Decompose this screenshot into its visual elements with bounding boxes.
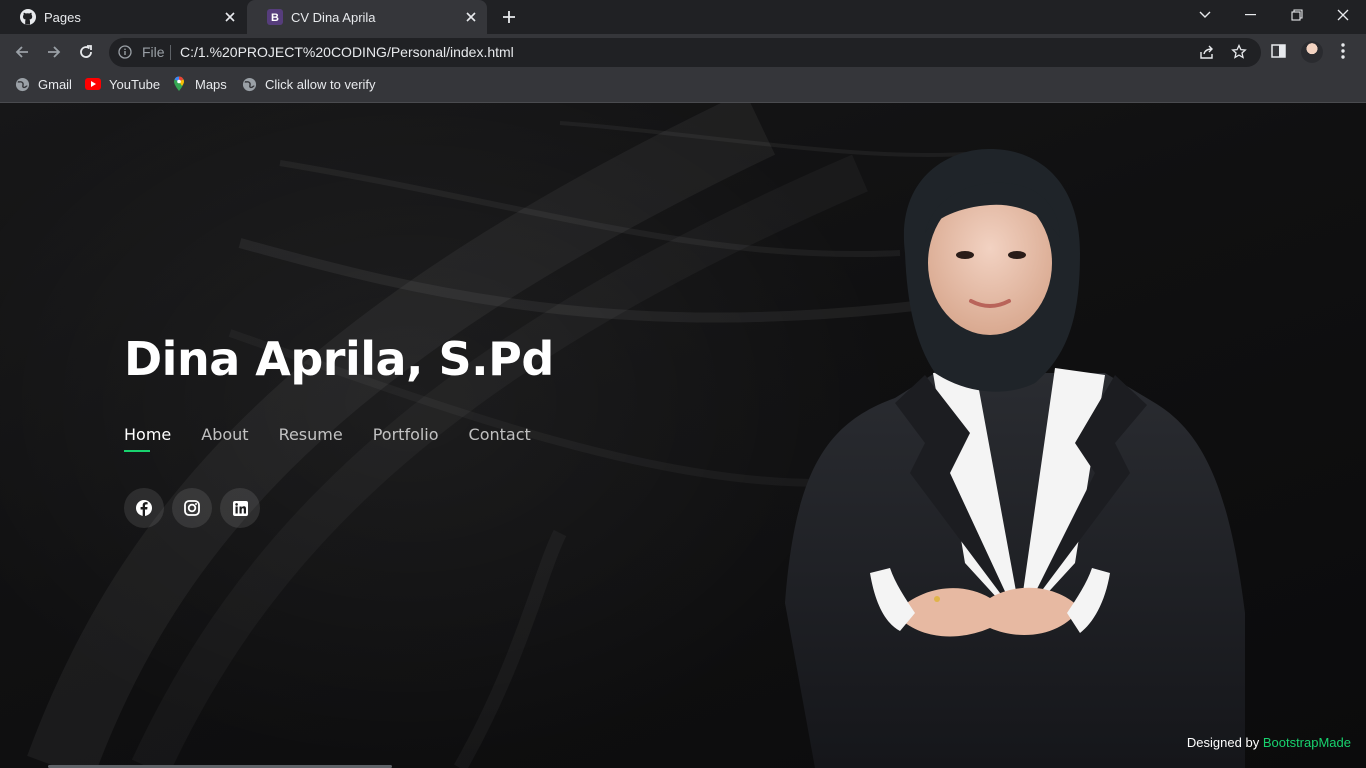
scheme-label: File (142, 44, 165, 60)
credits-prefix: Designed by (1186, 735, 1260, 750)
tab-title: CV Dina Aprila (291, 9, 376, 25)
bookmark-maps[interactable]: Maps (171, 70, 227, 98)
plus-icon (503, 11, 515, 23)
tab-cv-dina-aprila[interactable]: B CV Dina Aprila (247, 0, 487, 34)
page-viewport: Dina Aprila, S.Pd Home About Resume Port… (0, 103, 1366, 768)
profile-portrait-image (785, 148, 1245, 768)
back-button[interactable] (10, 40, 34, 64)
restore-button[interactable] (1285, 5, 1309, 25)
bookmark-star-icon[interactable] (1231, 43, 1247, 65)
svg-text:B: B (271, 12, 279, 24)
facebook-icon[interactable] (124, 488, 164, 528)
bookmark-label: Gmail (38, 76, 72, 92)
side-panel-icon[interactable] (1270, 42, 1288, 65)
close-window-button[interactable] (1331, 5, 1355, 25)
profile-avatar[interactable] (1301, 41, 1323, 63)
minimize-icon (1245, 14, 1256, 16)
nav-portfolio[interactable]: Portfolio (373, 425, 439, 452)
bookmark-youtube[interactable]: YouTube (85, 70, 160, 98)
bookmark-label: Click allow to verify (265, 76, 376, 92)
bookmarks-bar: Gmail YouTube Maps Click allow to verify (0, 70, 1366, 103)
hero-name: Dina Aprila, S.Pd (124, 332, 554, 386)
chevron-down-icon (1199, 11, 1211, 18)
globe-icon (241, 76, 257, 92)
bookmark-label: Maps (195, 76, 227, 92)
bookmark-click-allow[interactable]: Click allow to verify (241, 70, 376, 98)
instagram-icon[interactable] (172, 488, 212, 528)
arrow-left-icon (15, 46, 28, 58)
tab-strip: Pages B CV Dina Aprila (0, 0, 1366, 34)
share-icon[interactable] (1199, 44, 1215, 65)
footer-credits: Designed by BootstrapMade (1187, 735, 1351, 750)
linkedin-icon[interactable] (220, 488, 260, 528)
maps-pin-icon (171, 76, 187, 92)
reload-icon (80, 45, 92, 58)
omnibox-divider (170, 45, 171, 60)
more-menu-icon[interactable] (1340, 42, 1346, 65)
tab-title: Pages (44, 9, 81, 25)
minimize-button[interactable] (1239, 5, 1263, 25)
github-icon (20, 9, 36, 25)
nav-contact[interactable]: Contact (469, 425, 531, 452)
arrow-right-icon (48, 46, 61, 58)
tab-search-button[interactable] (1193, 5, 1217, 25)
forward-button[interactable] (42, 40, 66, 64)
close-tab-icon[interactable] (222, 9, 238, 25)
reload-button[interactable] (74, 40, 98, 64)
close-icon (1337, 9, 1349, 21)
social-links (124, 488, 268, 528)
bootstrap-icon: B (267, 9, 283, 25)
restore-icon (1291, 9, 1303, 21)
tab-pages[interactable]: Pages (0, 0, 246, 34)
toolbar: File C:/1.%20PROJECT%20CODING/Personal/i… (0, 34, 1366, 70)
close-tab-icon[interactable] (463, 9, 479, 25)
nav-home[interactable]: Home (124, 425, 171, 452)
credits-brand-link[interactable]: BootstrapMade (1263, 735, 1351, 750)
hero-nav: Home About Resume Portfolio Contact (124, 425, 561, 452)
nav-resume[interactable]: Resume (279, 425, 343, 452)
nav-about[interactable]: About (201, 425, 248, 452)
youtube-icon (85, 76, 101, 92)
bookmark-gmail[interactable]: Gmail (14, 70, 72, 98)
info-icon[interactable] (118, 45, 132, 64)
url-text[interactable]: C:/1.%20PROJECT%20CODING/Personal/index.… (180, 44, 514, 60)
globe-icon (14, 76, 30, 92)
address-bar[interactable]: File C:/1.%20PROJECT%20CODING/Personal/i… (109, 38, 1261, 67)
new-tab-button[interactable] (499, 7, 519, 27)
bookmark-label: YouTube (109, 76, 161, 92)
